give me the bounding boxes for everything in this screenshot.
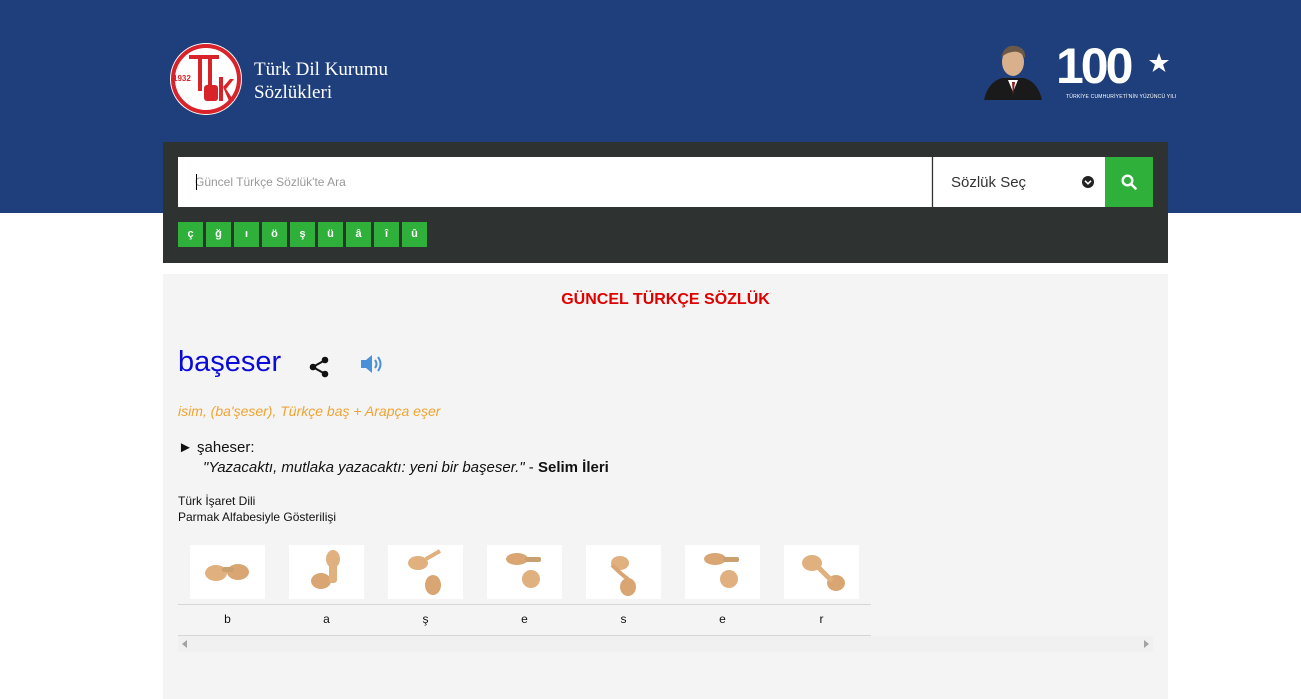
brand-line2: Sözlükleri bbox=[254, 82, 333, 103]
letter-button[interactable]: ı bbox=[234, 222, 259, 247]
sign-cell: s bbox=[574, 543, 673, 635]
sign-letter: s bbox=[620, 612, 627, 626]
letter-button[interactable]: ü bbox=[318, 222, 343, 247]
hand-sign-image bbox=[190, 545, 265, 599]
letter-button[interactable]: î bbox=[374, 222, 399, 247]
hand-sign-image bbox=[388, 545, 463, 599]
hand-sign-image bbox=[487, 545, 562, 599]
letter-button[interactable]: û bbox=[402, 222, 427, 247]
hand-sign-image bbox=[289, 545, 364, 599]
meaning-marker: ► bbox=[178, 439, 193, 456]
share-icon[interactable] bbox=[307, 355, 331, 379]
sign-letter: e bbox=[521, 612, 528, 626]
centennial-tagline: TÜRKİYE CUMHURİYETİ'NİN YÜZÜNCÜ YILI bbox=[1066, 94, 1177, 100]
letter-button[interactable]: ş bbox=[290, 222, 315, 247]
brand-name[interactable]: Türk Dil Kurumu Sözlükleri bbox=[254, 58, 388, 104]
sign-letter: r bbox=[819, 612, 824, 626]
hand-sign-image bbox=[685, 545, 760, 599]
search-icon bbox=[1121, 174, 1137, 190]
letter-button[interactable]: â bbox=[346, 222, 371, 247]
example-text: "Yazacaktı, mutlaka yazacaktı: yeni bir … bbox=[203, 459, 525, 476]
centennial-logo: 100 TÜRKİYE CUMHURİYETİ'NİN YÜZÜNCÜ YILI bbox=[1056, 38, 1176, 104]
hand-sign-image bbox=[586, 545, 661, 599]
centennial-number: 100 bbox=[1056, 38, 1133, 94]
sign-cell: r bbox=[772, 543, 871, 635]
svg-text:1932: 1932 bbox=[173, 74, 191, 83]
meaning: ► şaheser: bbox=[178, 439, 255, 456]
hand-sign-image bbox=[784, 545, 859, 599]
sign-cell: e bbox=[673, 543, 772, 635]
sign-cell: a bbox=[277, 543, 376, 635]
example-sentence: "Yazacaktı, mutlaka yazacaktı: yeni bir … bbox=[203, 459, 609, 476]
sign-letter: a bbox=[323, 612, 330, 626]
search-input[interactable] bbox=[178, 157, 932, 207]
sign-alphabet-table: b a ş e s e r bbox=[178, 543, 871, 635]
letter-button[interactable]: ö bbox=[262, 222, 287, 247]
sign-cell: b bbox=[178, 543, 277, 635]
sign-language-subtitle: Parmak Alfabesiyle Gösterilişi bbox=[178, 510, 337, 524]
sign-language-title: Türk İşaret Dili bbox=[178, 494, 256, 508]
search-panel: Sözlük Seç ç ğ ı ö ş ü â î û bbox=[163, 142, 1168, 263]
tdk-logo[interactable]: 1932 bbox=[168, 41, 244, 117]
table-divider bbox=[178, 604, 871, 605]
headword: başeser bbox=[178, 346, 282, 378]
dictionary-select-label: Sözlük Seç bbox=[951, 174, 1027, 191]
ataturk-portrait bbox=[980, 40, 1046, 100]
horizontal-scrollbar[interactable] bbox=[178, 636, 1153, 652]
example-author: Selim İleri bbox=[537, 459, 609, 476]
sign-cell: e bbox=[475, 543, 574, 635]
result-panel: GÜNCEL TÜRKÇE SÖZLÜK başeser isim, (ba'ş… bbox=[163, 274, 1168, 699]
dictionary-select[interactable]: Sözlük Seç bbox=[933, 157, 1105, 207]
brand-line1: Türk Dil Kurumu bbox=[254, 59, 389, 80]
search-button[interactable] bbox=[1105, 157, 1153, 207]
scroll-right-arrow-icon[interactable] bbox=[1144, 640, 1149, 648]
star-icon bbox=[1149, 53, 1169, 72]
sign-letter: b bbox=[224, 612, 231, 626]
chevron-down-icon bbox=[1082, 176, 1094, 188]
sign-letter: ş bbox=[422, 612, 429, 626]
speaker-icon[interactable] bbox=[359, 353, 385, 375]
meaning-text: şaheser: bbox=[197, 439, 255, 456]
letter-button[interactable]: ğ bbox=[206, 222, 231, 247]
letter-button[interactable]: ç bbox=[178, 222, 203, 247]
special-letters: ç ğ ı ö ş ü â î û bbox=[178, 222, 430, 247]
text-caret bbox=[196, 174, 197, 190]
word-metadata: isim, (ba'şeser), Türkçe baş + Arapça eş… bbox=[178, 403, 441, 419]
sign-language-heading: Türk İşaret Dili Parmak Alfabesiyle Göst… bbox=[178, 493, 336, 525]
dictionary-title: GÜNCEL TÜRKÇE SÖZLÜK bbox=[561, 291, 770, 308]
scroll-left-arrow-icon[interactable] bbox=[182, 640, 187, 648]
sign-letter: e bbox=[719, 612, 726, 626]
sign-cell: ş bbox=[376, 543, 475, 635]
example-separator: - bbox=[524, 459, 538, 476]
